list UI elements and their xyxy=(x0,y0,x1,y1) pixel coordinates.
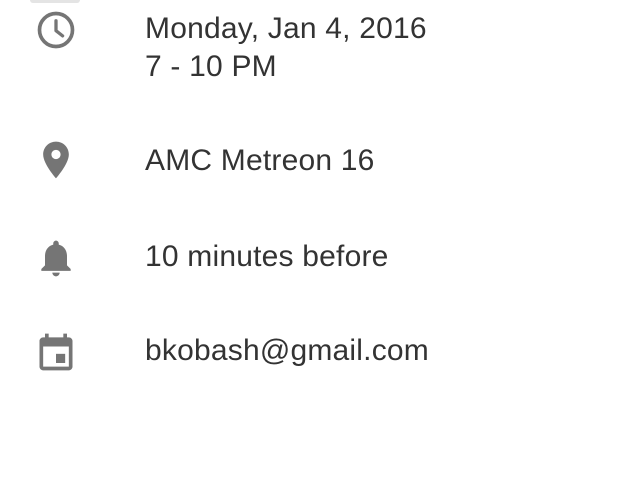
location-pin-icon xyxy=(34,138,78,182)
event-datetime-text: Monday, Jan 4, 2016 7 - 10 PM xyxy=(145,10,427,86)
event-details-screen: Monday, Jan 4, 2016 7 - 10 PM AMC Metreo… xyxy=(0,0,640,480)
event-location: AMC Metreon 16 xyxy=(145,144,375,177)
event-reminder: 10 minutes before xyxy=(145,240,389,273)
bell-icon xyxy=(34,236,78,280)
event-location-row[interactable]: AMC Metreon 16 xyxy=(0,138,640,188)
event-date: Monday, Jan 4, 2016 xyxy=(145,12,427,45)
calendar-icon xyxy=(34,330,78,374)
event-reminder-row[interactable]: 10 minutes before xyxy=(0,236,640,286)
event-time: 7 - 10 PM xyxy=(145,50,277,83)
event-datetime-row[interactable]: Monday, Jan 4, 2016 7 - 10 PM xyxy=(0,0,640,100)
clock-icon xyxy=(34,8,78,52)
event-calendar-row[interactable]: bkobash@gmail.com xyxy=(0,330,640,380)
event-calendar-account: bkobash@gmail.com xyxy=(145,334,429,367)
